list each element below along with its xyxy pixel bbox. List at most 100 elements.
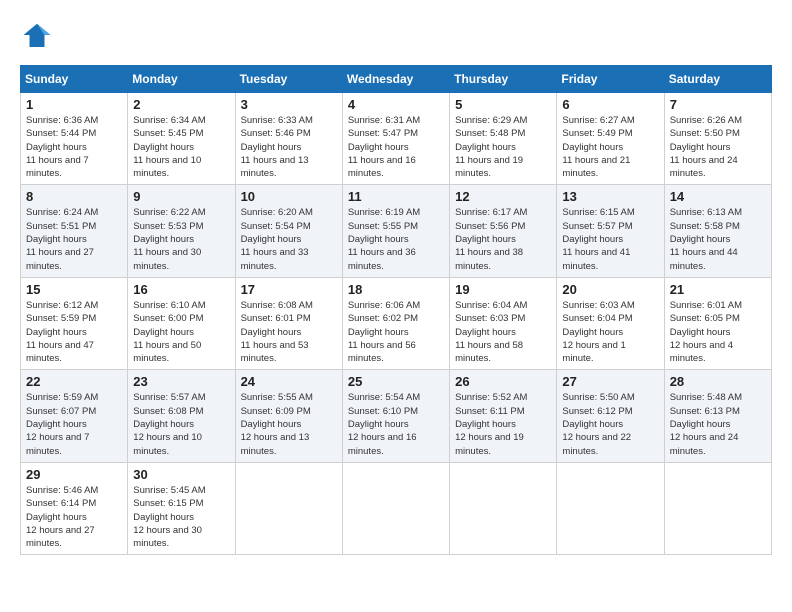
day-number: 8 (26, 189, 122, 204)
day-number: 18 (348, 282, 444, 297)
day-info: Sunrise: 6:03 AMSunset: 6:04 PMDaylight … (562, 299, 658, 365)
calendar-cell (342, 462, 449, 554)
calendar-week-1: 1Sunrise: 6:36 AMSunset: 5:44 PMDaylight… (21, 93, 772, 185)
day-number: 25 (348, 374, 444, 389)
day-number: 16 (133, 282, 229, 297)
day-info: Sunrise: 5:55 AMSunset: 6:09 PMDaylight … (241, 391, 337, 457)
calendar-cell (450, 462, 557, 554)
calendar-cell: 28 Sunrise: 5:48 AMSunset: 6:13 PMDayligh… (664, 370, 771, 462)
day-info: Sunrise: 6:04 AMSunset: 6:03 PMDaylight … (455, 299, 551, 365)
calendar-cell (557, 462, 664, 554)
day-number: 29 (26, 467, 122, 482)
day-number: 4 (348, 97, 444, 112)
day-info: Sunrise: 5:59 AMSunset: 6:07 PMDaylight … (26, 391, 122, 457)
calendar-cell: 11 Sunrise: 6:19 AMSunset: 5:55 PMDayligh… (342, 185, 449, 277)
calendar-week-2: 8 Sunrise: 6:24 AMSunset: 5:51 PMDaylight… (21, 185, 772, 277)
calendar-cell: 13 Sunrise: 6:15 AMSunset: 5:57 PMDayligh… (557, 185, 664, 277)
calendar-cell: 26Sunrise: 5:52 AMSunset: 6:11 PMDayligh… (450, 370, 557, 462)
calendar-week-3: 15 Sunrise: 6:12 AMSunset: 5:59 PMDayligh… (21, 277, 772, 369)
day-number: 15 (26, 282, 122, 297)
calendar-cell: 23 Sunrise: 5:57 AMSunset: 6:08 PMDayligh… (128, 370, 235, 462)
day-info: Sunrise: 6:33 AMSunset: 5:46 PMDaylight … (241, 114, 337, 180)
calendar-cell: 17 Sunrise: 6:08 AMSunset: 6:01 PMDayligh… (235, 277, 342, 369)
column-header-tuesday: Tuesday (235, 66, 342, 93)
calendar-cell: 2Sunrise: 6:34 AMSunset: 5:45 PMDaylight… (128, 93, 235, 185)
day-info: Sunrise: 5:57 AMSunset: 6:08 PMDaylight … (133, 391, 229, 457)
calendar-cell: 25 Sunrise: 5:54 AMSunset: 6:10 PMDayligh… (342, 370, 449, 462)
calendar-cell: 20 Sunrise: 6:03 AMSunset: 6:04 PMDayligh… (557, 277, 664, 369)
calendar-cell: 12 Sunrise: 6:17 AMSunset: 5:56 PMDayligh… (450, 185, 557, 277)
day-info: Sunrise: 5:45 AMSunset: 6:15 PMDaylight … (133, 484, 229, 550)
day-info: Sunrise: 6:31 AMSunset: 5:47 PMDaylight … (348, 114, 444, 180)
day-info: Sunrise: 5:50 AMSunset: 6:12 PMDaylight … (562, 391, 658, 457)
calendar-week-5: 29 Sunrise: 5:46 AMSunset: 6:14 PMDayligh… (21, 462, 772, 554)
logo-icon (22, 20, 52, 50)
day-number: 27 (562, 374, 658, 389)
day-number: 23 (133, 374, 229, 389)
day-info: Sunrise: 6:22 AMSunset: 5:53 PMDaylight … (133, 206, 229, 272)
calendar-cell: 30 Sunrise: 5:45 AMSunset: 6:15 PMDayligh… (128, 462, 235, 554)
day-info: Sunrise: 6:15 AMSunset: 5:57 PMDaylight … (562, 206, 658, 272)
calendar-cell: 5Sunrise: 6:29 AMSunset: 5:48 PMDaylight… (450, 93, 557, 185)
calendar-cell: 3 Sunrise: 6:33 AMSunset: 5:46 PMDaylight… (235, 93, 342, 185)
day-number: 10 (241, 189, 337, 204)
day-number: 26 (455, 374, 551, 389)
calendar-table: SundayMondayTuesdayWednesdayThursdayFrid… (20, 65, 772, 555)
day-number: 22 (26, 374, 122, 389)
day-number: 28 (670, 374, 766, 389)
day-number: 7 (670, 97, 766, 112)
day-info: Sunrise: 6:27 AMSunset: 5:49 PMDaylight … (562, 114, 658, 180)
day-number: 13 (562, 189, 658, 204)
day-number: 3 (241, 97, 337, 112)
day-info: Sunrise: 5:54 AMSunset: 6:10 PMDaylight … (348, 391, 444, 457)
calendar-cell: 21Sunrise: 6:01 AMSunset: 6:05 PMDayligh… (664, 277, 771, 369)
calendar-cell (235, 462, 342, 554)
day-info: Sunrise: 6:10 AMSunset: 6:00 PMDaylight … (133, 299, 229, 365)
calendar-cell (664, 462, 771, 554)
day-number: 14 (670, 189, 766, 204)
calendar-cell: 24 Sunrise: 5:55 AMSunset: 6:09 PMDayligh… (235, 370, 342, 462)
calendar-cell: 22 Sunrise: 5:59 AMSunset: 6:07 PMDayligh… (21, 370, 128, 462)
calendar-cell: 7 Sunrise: 6:26 AMSunset: 5:50 PMDaylight… (664, 93, 771, 185)
calendar-cell: 4 Sunrise: 6:31 AMSunset: 5:47 PMDaylight… (342, 93, 449, 185)
day-info: Sunrise: 5:48 AMSunset: 6:13 PMDaylight … (670, 391, 766, 457)
day-info: Sunrise: 6:17 AMSunset: 5:56 PMDaylight … (455, 206, 551, 272)
calendar-cell: 9 Sunrise: 6:22 AMSunset: 5:53 PMDaylight… (128, 185, 235, 277)
day-number: 30 (133, 467, 229, 482)
column-header-saturday: Saturday (664, 66, 771, 93)
day-number: 1 (26, 97, 122, 112)
day-info: Sunrise: 6:19 AMSunset: 5:55 PMDaylight … (348, 206, 444, 272)
day-info: Sunrise: 6:24 AMSunset: 5:51 PMDaylight … (26, 206, 122, 272)
day-info: Sunrise: 6:13 AMSunset: 5:58 PMDaylight … (670, 206, 766, 272)
calendar-cell: 6 Sunrise: 6:27 AMSunset: 5:49 PMDaylight… (557, 93, 664, 185)
day-info: Sunrise: 6:06 AMSunset: 6:02 PMDaylight … (348, 299, 444, 365)
day-number: 9 (133, 189, 229, 204)
day-number: 11 (348, 189, 444, 204)
column-header-sunday: Sunday (21, 66, 128, 93)
column-header-wednesday: Wednesday (342, 66, 449, 93)
day-number: 20 (562, 282, 658, 297)
calendar-cell: 18 Sunrise: 6:06 AMSunset: 6:02 PMDayligh… (342, 277, 449, 369)
page-header (20, 20, 772, 55)
day-info: Sunrise: 6:20 AMSunset: 5:54 PMDaylight … (241, 206, 337, 272)
calendar-header-row: SundayMondayTuesdayWednesdayThursdayFrid… (21, 66, 772, 93)
day-info: Sunrise: 5:46 AMSunset: 6:14 PMDaylight … (26, 484, 122, 550)
column-header-monday: Monday (128, 66, 235, 93)
day-number: 5 (455, 97, 551, 112)
day-number: 24 (241, 374, 337, 389)
day-number: 19 (455, 282, 551, 297)
calendar-cell: 15 Sunrise: 6:12 AMSunset: 5:59 PMDayligh… (21, 277, 128, 369)
day-number: 2 (133, 97, 229, 112)
calendar-cell: 19 Sunrise: 6:04 AMSunset: 6:03 PMDayligh… (450, 277, 557, 369)
calendar-cell: 27 Sunrise: 5:50 AMSunset: 6:12 PMDayligh… (557, 370, 664, 462)
day-info: Sunrise: 6:12 AMSunset: 5:59 PMDaylight … (26, 299, 122, 365)
day-number: 17 (241, 282, 337, 297)
day-number: 6 (562, 97, 658, 112)
day-info: Sunrise: 6:08 AMSunset: 6:01 PMDaylight … (241, 299, 337, 365)
column-header-thursday: Thursday (450, 66, 557, 93)
calendar-cell: 16 Sunrise: 6:10 AMSunset: 6:00 PMDayligh… (128, 277, 235, 369)
column-header-friday: Friday (557, 66, 664, 93)
calendar-cell: 1Sunrise: 6:36 AMSunset: 5:44 PMDaylight… (21, 93, 128, 185)
day-number: 12 (455, 189, 551, 204)
day-info: Sunrise: 6:26 AMSunset: 5:50 PMDaylight … (670, 114, 766, 180)
